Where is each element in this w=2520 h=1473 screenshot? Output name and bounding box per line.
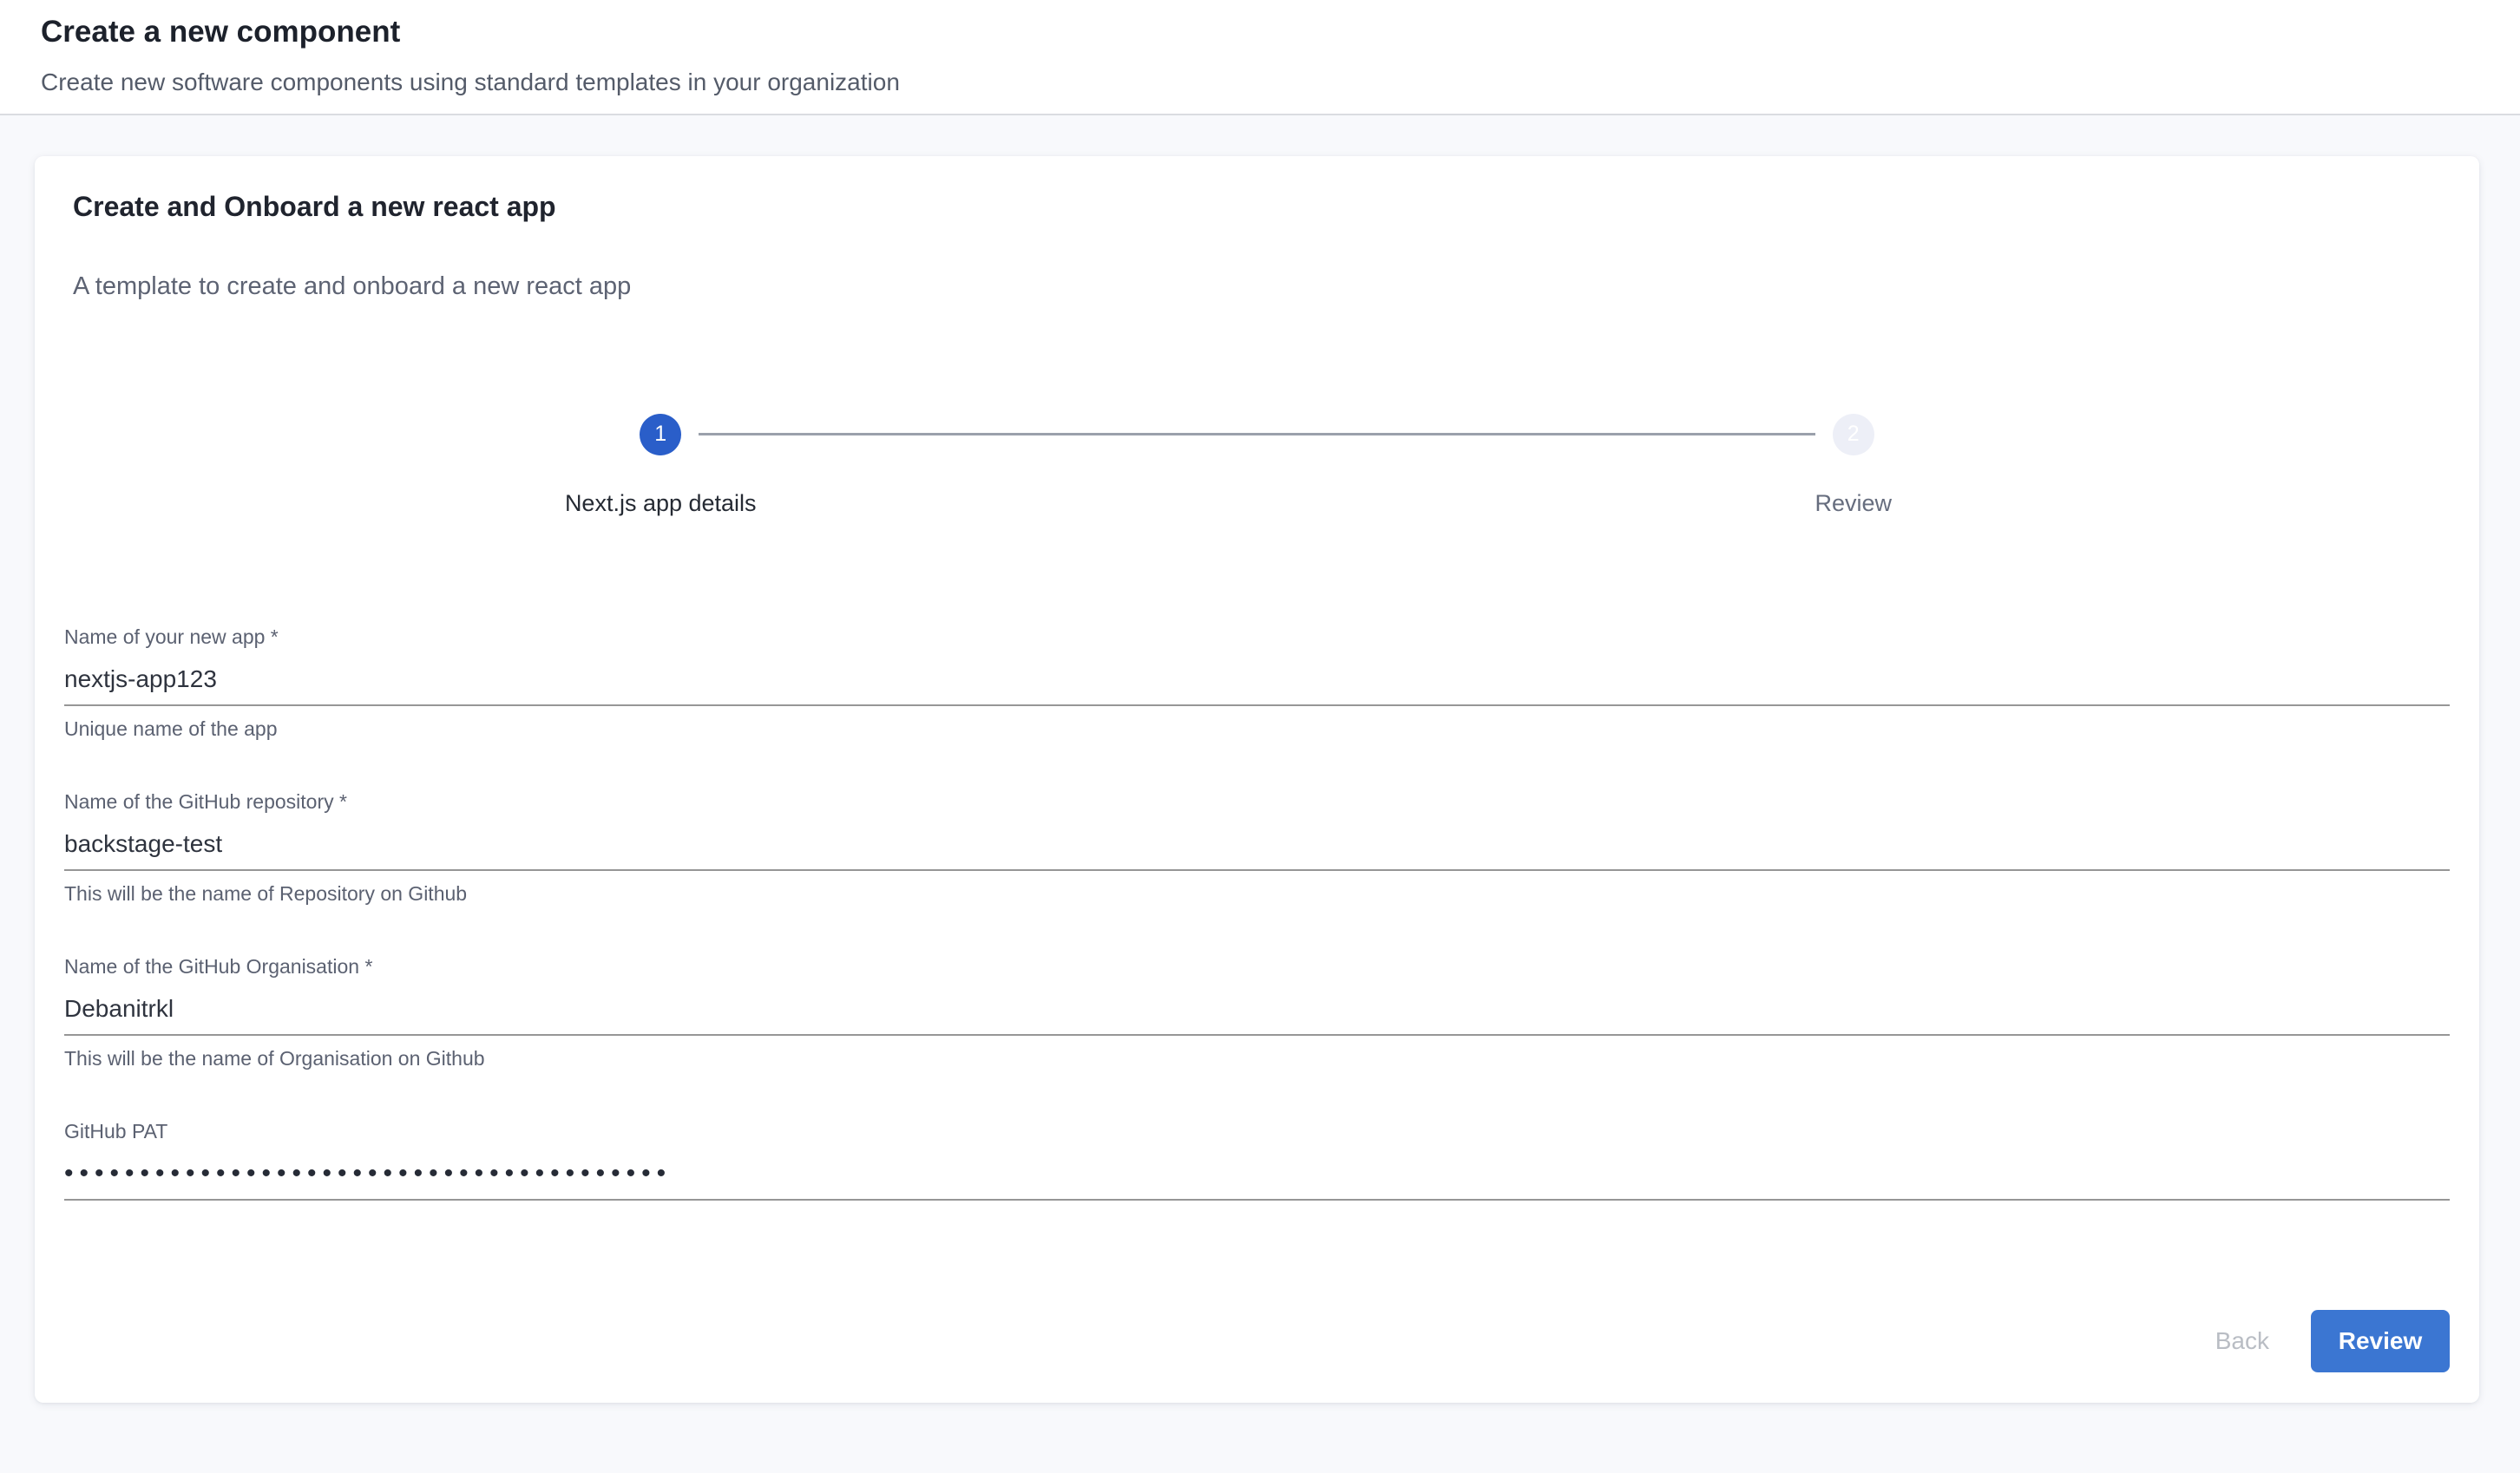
github-pat-label: GitHub PAT	[64, 1119, 2450, 1143]
step-2-label: Review	[1815, 490, 1892, 517]
github-pat-input[interactable]	[64, 1159, 2450, 1201]
repo-name-field-group: Name of the GitHub repository * This wil…	[64, 789, 2450, 906]
template-title: Create and Onboard a new react app	[73, 191, 2450, 224]
back-button[interactable]: Back	[2184, 1313, 2300, 1369]
review-button[interactable]: Review	[2311, 1310, 2450, 1372]
repo-name-helper: This will be the name of Repository on G…	[64, 881, 2450, 906]
app-details-form: Name of your new app * Unique name of th…	[64, 625, 2450, 1201]
step-review[interactable]: 2 Review	[1257, 414, 2451, 517]
app-name-helper: Unique name of the app	[64, 717, 2450, 741]
template-subtitle: A template to create and onboard a new r…	[73, 272, 2450, 301]
stepper-connector	[699, 433, 1815, 435]
page-subtitle: Create new software components using sta…	[41, 69, 2479, 96]
stepper: 1 Next.js app details 2 Review	[64, 414, 2450, 517]
step-1-label: Next.js app details	[565, 490, 757, 517]
app-name-field-group: Name of your new app * Unique name of th…	[64, 625, 2450, 741]
repo-name-input[interactable]	[64, 829, 2450, 871]
org-name-input[interactable]	[64, 994, 2450, 1036]
app-name-input[interactable]	[64, 664, 2450, 706]
page-header: Create a new component Create new softwa…	[0, 0, 2520, 115]
form-actions: Back Review	[64, 1310, 2450, 1372]
org-name-helper: This will be the name of Organisation on…	[64, 1046, 2450, 1070]
repo-name-label: Name of the GitHub repository *	[64, 789, 2450, 814]
org-name-field-group: Name of the GitHub Organisation * This w…	[64, 954, 2450, 1070]
step-1-circle: 1	[640, 414, 681, 455]
page-title: Create a new component	[41, 14, 2479, 50]
step-2-circle: 2	[1833, 414, 1874, 455]
app-name-label: Name of your new app *	[64, 625, 2450, 649]
template-card: Create and Onboard a new react app A tem…	[35, 156, 2479, 1403]
step-nextjs-app-details[interactable]: 1 Next.js app details	[64, 414, 1257, 517]
main-content: Create and Onboard a new react app A tem…	[0, 115, 2520, 1403]
org-name-label: Name of the GitHub Organisation *	[64, 954, 2450, 979]
github-pat-field-group: GitHub PAT	[64, 1119, 2450, 1201]
